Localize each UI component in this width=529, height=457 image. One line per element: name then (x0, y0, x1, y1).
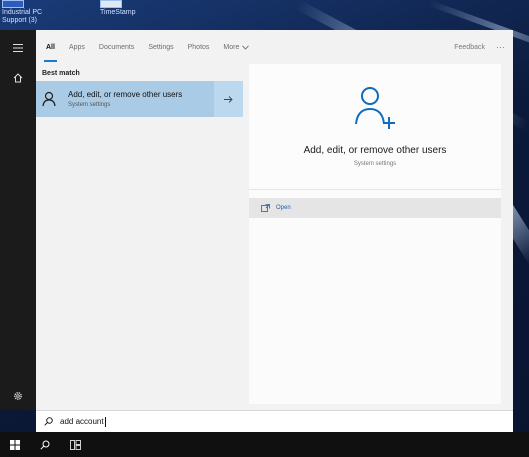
settings-gear-icon (14, 392, 22, 400)
search-filter-tabs: All Apps Documents Settings Photos More … (36, 30, 513, 64)
home-icon (13, 73, 23, 83)
preview-header: Add, edit, or remove other users System … (249, 64, 501, 186)
start-menu-rail (0, 30, 36, 410)
app-icon (100, 0, 122, 8)
search-icon (40, 440, 50, 450)
expand-arrow-button[interactable] (214, 81, 243, 117)
desktop-shortcut-label: TimeStamp (100, 9, 136, 16)
windows-start-icon (10, 439, 20, 450)
desktop-shortcut-label: Support (3) (2, 17, 38, 24)
best-match-title: Add, edit, or remove other users (68, 90, 183, 99)
search-input[interactable]: add account (60, 416, 106, 427)
hamburger-menu-icon (13, 44, 23, 52)
start-button[interactable] (0, 432, 30, 457)
add-user-icon (355, 87, 395, 129)
search-panel: All Apps Documents Settings Photos More … (36, 30, 513, 410)
more-options-button[interactable]: ··· (496, 30, 505, 64)
desktop-shortcut-label: Industrial PC (2, 9, 43, 16)
tab-all[interactable]: All (44, 30, 57, 64)
desktop-shortcut-industrial-pc[interactable]: Industrial PC Support (3) (2, 0, 72, 30)
task-view-icon (69, 439, 81, 450)
best-match-item[interactable]: Add, edit, or remove other users System … (36, 81, 214, 117)
tab-apps[interactable]: Apps (69, 30, 85, 64)
task-view-button[interactable] (60, 432, 90, 457)
home-button[interactable] (0, 64, 36, 92)
results-list: Best match Add, edit, or remove other us… (36, 64, 243, 410)
open-action-label: Open (276, 205, 291, 211)
preview-title: Add, edit, or remove other users (303, 145, 447, 156)
result-preview-pane: Add, edit, or remove other users System … (249, 64, 501, 404)
tab-more[interactable]: More (223, 30, 250, 64)
search-query-text: add account (60, 416, 104, 426)
preview-subtitle: System settings (353, 161, 397, 167)
search-icon (44, 417, 53, 426)
tab-photos[interactable]: Photos (188, 30, 210, 64)
search-box[interactable]: add account (36, 410, 513, 432)
settings-button[interactable] (0, 382, 36, 410)
best-match-subtitle: System settings (68, 102, 111, 108)
desktop-shortcut-timestamp[interactable]: TimeStamp (100, 0, 170, 30)
app-icon (2, 0, 24, 8)
feedback-link[interactable]: Feedback (454, 30, 485, 64)
best-match-result[interactable]: Add, edit, or remove other users System … (36, 81, 243, 117)
section-title: Best match (42, 70, 80, 77)
divider (249, 189, 501, 190)
tab-settings[interactable]: Settings (148, 30, 173, 64)
chevron-down-icon (242, 44, 250, 50)
arrow-right-icon (224, 95, 233, 103)
open-window-icon (261, 204, 270, 212)
user-icon (42, 91, 56, 107)
open-action-button[interactable]: Open (249, 198, 501, 218)
taskbar (0, 432, 529, 457)
tab-more-label: More (223, 43, 240, 51)
hamburger-menu-button[interactable] (0, 34, 36, 62)
text-cursor (104, 416, 106, 427)
taskbar-search-button[interactable] (30, 432, 60, 457)
tab-documents[interactable]: Documents (99, 30, 134, 64)
